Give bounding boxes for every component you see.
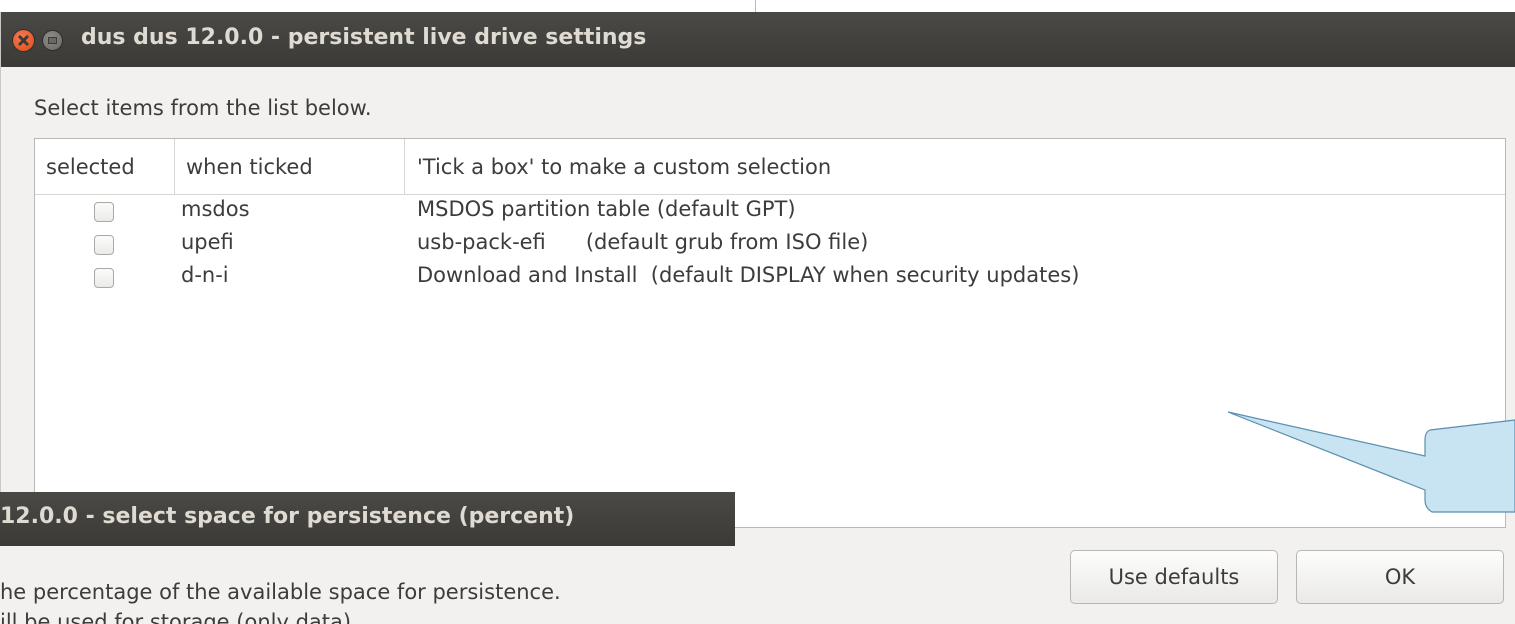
row-option-description: usb-pack-efi (default grub from ISO file… bbox=[417, 230, 869, 254]
background-window-edge bbox=[755, 0, 756, 12]
row-option-description: MSDOS partition table (default GPT) bbox=[417, 197, 796, 221]
row-option-description: Download and Install (default DISPLAY wh… bbox=[417, 263, 1080, 287]
sub-window-text-line-2: ill be used for storage (only data) bbox=[0, 610, 352, 624]
list-header: selected when ticked 'Tick a box' to mak… bbox=[35, 139, 1505, 195]
sub-window-title: 12.0.0 - select space for persistence (p… bbox=[0, 504, 575, 529]
screen: dus dus 12.0.0 - persistent live drive s… bbox=[0, 0, 1515, 624]
persistence-space-window: 12.0.0 - select space for persistence (p… bbox=[0, 492, 735, 624]
checkbox-upefi[interactable] bbox=[94, 235, 114, 255]
close-icon[interactable] bbox=[13, 30, 34, 51]
column-header-description[interactable]: 'Tick a box' to make a custom selection bbox=[405, 139, 1505, 195]
options-list: selected when ticked 'Tick a box' to mak… bbox=[34, 138, 1506, 528]
ok-button[interactable]: OK bbox=[1296, 550, 1504, 604]
checkbox-msdos[interactable] bbox=[94, 202, 114, 222]
instruction-text: Select items from the list below. bbox=[34, 96, 372, 120]
row-option-name: upefi bbox=[181, 230, 234, 254]
list-row-d-n-i[interactable]: d-n-i Download and Install (default DISP… bbox=[35, 263, 1505, 296]
titlebar[interactable]: dus dus 12.0.0 - persistent live drive s… bbox=[1, 12, 1515, 67]
list-row-upefi[interactable]: upefi usb-pack-efi (default grub from IS… bbox=[35, 230, 1505, 263]
checkbox-d-n-i[interactable] bbox=[94, 268, 114, 288]
row-option-name: msdos bbox=[181, 197, 250, 221]
sub-window-text-line-1: he percentage of the available space for… bbox=[0, 580, 561, 604]
use-defaults-button[interactable]: Use defaults bbox=[1070, 550, 1278, 604]
row-option-name: d-n-i bbox=[181, 263, 229, 287]
maximize-icon[interactable] bbox=[43, 31, 62, 50]
list-row-msdos[interactable]: msdos MSDOS partition table (default GPT… bbox=[35, 197, 1505, 230]
sub-titlebar[interactable]: 12.0.0 - select space for persistence (p… bbox=[0, 492, 735, 546]
window-title: dus dus 12.0.0 - persistent live drive s… bbox=[81, 25, 647, 50]
column-header-selected[interactable]: selected bbox=[35, 139, 175, 195]
column-header-when-ticked[interactable]: when ticked bbox=[175, 139, 405, 195]
